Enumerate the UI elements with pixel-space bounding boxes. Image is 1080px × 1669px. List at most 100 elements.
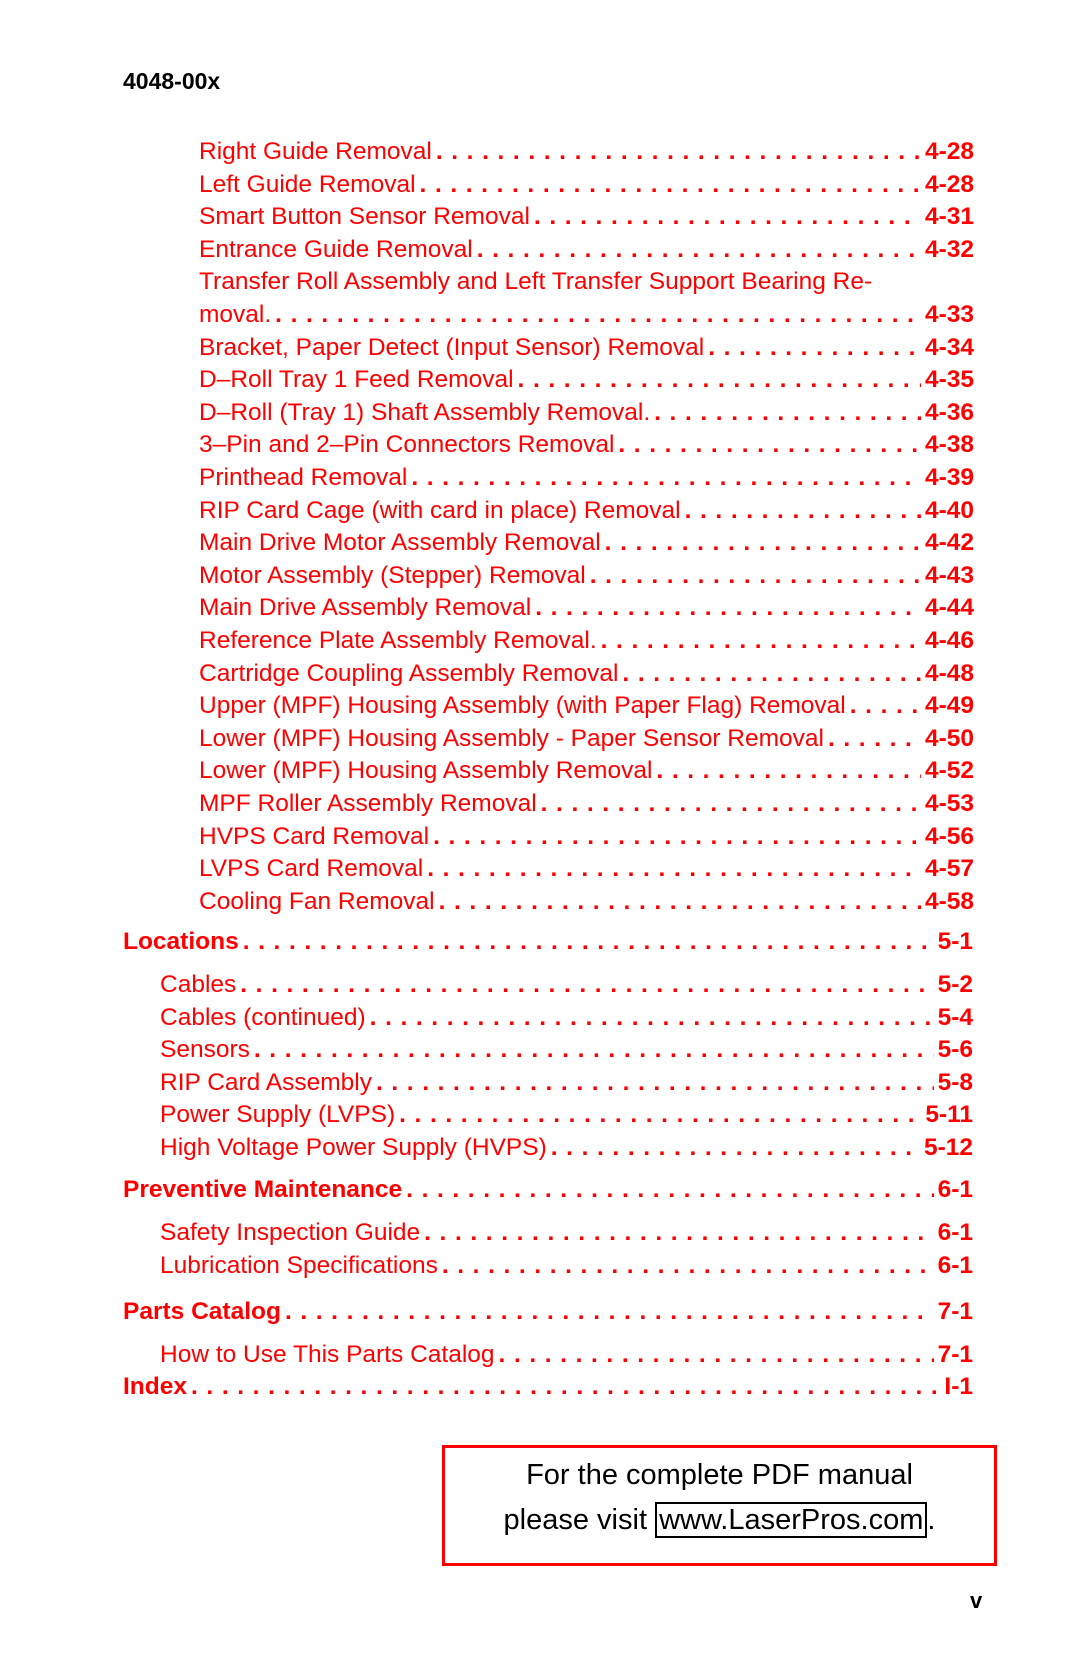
toc-entry[interactable]: moval. 4-33 [199, 300, 974, 330]
toc-entry-page: 4-36 [924, 398, 974, 426]
toc-entry-page: 4-35 [924, 366, 974, 394]
toc-entry-page: 4-28 [924, 138, 974, 165]
dot-leader [424, 1218, 933, 1248]
toc-entry[interactable]: Cables 5-2 [160, 970, 973, 1000]
dot-leader [376, 1068, 934, 1098]
toc-entry-page: 4-38 [924, 431, 974, 459]
toc-entry[interactable]: LVPS Card Removal 4-57 [199, 854, 974, 884]
toc-entry[interactable]: Entrance Guide Removal 4-32 [199, 235, 974, 265]
toc-entry-title: How to Use This Parts Catalog [160, 1341, 495, 1368]
toc-entry-title: moval. [199, 301, 272, 328]
toc-section-index[interactable]: Index I-1 [123, 1372, 973, 1402]
toc-entry-title: RIP Card Cage (with card in place) Remov… [199, 496, 681, 524]
toc-entry-title: Bracket, Paper Detect (Input Sensor) Rem… [199, 333, 705, 361]
dot-leader [656, 756, 921, 786]
toc-entry-title: Right Guide Removal [199, 138, 432, 165]
dot-leader [275, 300, 921, 330]
toc-entry-title: Printhead Removal [199, 464, 408, 491]
dot-leader [191, 1372, 940, 1402]
dot-leader [499, 1340, 934, 1370]
dot-leader [439, 887, 921, 917]
toc-entry[interactable]: Main Drive Motor Assembly Removal 4-42 [199, 528, 974, 558]
toc-entry-title: MPF Roller Assembly Removal [199, 790, 537, 817]
toc-entry-page: 5-11 [925, 1101, 973, 1129]
dot-leader [605, 528, 921, 558]
toc-entry-page: 4-42 [924, 529, 974, 557]
dot-leader [601, 626, 921, 656]
toc-entry[interactable]: RIP Card Assembly 5-8 [160, 1068, 973, 1098]
toc-entry[interactable]: Right Guide Removal 4-28 [199, 137, 974, 167]
toc-entry-title: Lower (MPF) Housing Assembly - Paper Sen… [199, 724, 824, 752]
dot-leader [850, 691, 921, 721]
dot-leader [436, 137, 921, 167]
toc-entry[interactable]: Bracket, Paper Detect (Input Sensor) Rem… [199, 333, 974, 363]
toc-entry[interactable]: Power Supply (LVPS) 5-11 [160, 1100, 973, 1130]
toc-entry-title: Upper (MPF) Housing Assembly (with Paper… [199, 692, 846, 720]
toc-entry[interactable]: Lower (MPF) Housing Assembly - Paper Sen… [199, 724, 974, 754]
toc-entry[interactable]: Main Drive Assembly Removal 4-44 [199, 593, 974, 623]
toc-entry-title: Cables [160, 971, 237, 998]
toc-entry-title: Safety Inspection Guide [160, 1219, 421, 1246]
dot-leader [427, 854, 921, 884]
toc-entry-page: 4-32 [924, 235, 974, 263]
toc-entry[interactable]: High Voltage Power Supply (HVPS) 5-12 [160, 1133, 973, 1163]
dot-leader [285, 1297, 934, 1327]
dot-leader [708, 333, 921, 363]
toc-entry-page: 5-4 [937, 1003, 973, 1031]
dot-leader [518, 365, 921, 395]
toc-entry-title: Cartridge Coupling Assembly Removal [199, 659, 619, 687]
dot-leader [622, 659, 921, 689]
toc-entry-page: 4-28 [924, 170, 974, 198]
toc-entry-title: Index [123, 1373, 187, 1400]
toc-section-locations[interactable]: Locations 5-1 [123, 927, 973, 957]
toc-entry[interactable]: Printhead Removal 4-39 [199, 463, 974, 493]
toc-entry[interactable]: Cooling Fan Removal 4-58 [199, 887, 974, 917]
toc-entry[interactable]: Motor Assembly (Stepper) Removal 4-43 [199, 561, 974, 591]
toc-entry-page: 4-39 [924, 464, 974, 491]
toc-entry[interactable]: How to Use This Parts Catalog 7-1 [160, 1340, 973, 1370]
toc-entry-title: 3–Pin and 2–Pin Connectors Removal [199, 431, 615, 459]
toc-entry[interactable]: Cartridge Coupling Assembly Removal 4-48 [199, 659, 974, 689]
toc-entry-title: Sensors [160, 1036, 250, 1064]
toc-entry-title: High Voltage Power Supply (HVPS) [160, 1134, 547, 1161]
toc-entry[interactable]: D–Roll (Tray 1) Shaft Assembly Removal. 4… [199, 398, 974, 428]
toc-entry[interactable]: RIP Card Cage (with card in place) Remov… [199, 496, 974, 526]
toc-entry[interactable]: D–Roll Tray 1 Feed Removal 4-35 [199, 365, 974, 395]
download-notice-box: For the complete PDF manual please visit… [442, 1445, 997, 1566]
page-number: v [970, 1588, 983, 1613]
toc-entry-title: Preventive Maintenance [123, 1176, 403, 1203]
toc-entry-page: I-1 [944, 1373, 973, 1400]
dot-leader [442, 1251, 934, 1281]
toc-entry[interactable]: Lubrication Specifications 6-1 [160, 1251, 973, 1281]
toc-entry-page: 4-34 [924, 333, 974, 361]
toc-entry[interactable]: HVPS Card Removal 4-56 [199, 822, 974, 852]
toc-entry-title: Parts Catalog [123, 1298, 281, 1325]
toc-entry[interactable]: 3–Pin and 2–Pin Connectors Removal 4-38 [199, 430, 974, 460]
toc-entry[interactable]: Upper (MPF) Housing Assembly (with Paper… [199, 691, 974, 721]
toc-entry-title: Lower (MPF) Housing Assembly Removal [199, 757, 653, 785]
toc-entry-title: LVPS Card Removal [199, 855, 424, 883]
toc-entry-title: RIP Card Assembly [160, 1068, 372, 1096]
toc-entry-page: 4-33 [924, 301, 974, 328]
toc-entry[interactable]: Reference Plate Assembly Removal. 4-46 [199, 626, 974, 656]
toc-entry[interactable]: Safety Inspection Guide 6-1 [160, 1218, 973, 1248]
toc-entry-title: D–Roll (Tray 1) Shaft Assembly Removal. [199, 398, 651, 426]
toc-entry[interactable]: Cables (continued) 5-4 [160, 1003, 973, 1033]
toc-entry-title: Smart Button Sensor Removal [199, 203, 530, 231]
toc-entry[interactable]: Lower (MPF) Housing Assembly Removal 4-52 [199, 756, 974, 786]
toc-entry[interactable]: Left Guide Removal 4-28 [199, 170, 974, 200]
toc-entry[interactable]: Sensors 5-6 [160, 1035, 973, 1065]
toc-section-preventive-maintenance[interactable]: Preventive Maintenance 6-1 [123, 1175, 973, 1205]
toc-entry-page: 4-40 [924, 496, 974, 524]
toc-entry-page: 6-1 [937, 1219, 973, 1246]
toc-entry-page: 4-56 [924, 822, 974, 850]
dot-leader [433, 822, 921, 852]
toc-entry-title-line1[interactable]: Transfer Roll Assembly and Left Transfer… [199, 267, 872, 297]
toc-section-parts-catalog[interactable]: Parts Catalog 7-1 [123, 1297, 973, 1327]
dot-leader [654, 398, 921, 428]
toc-entry-page: 4-49 [924, 692, 974, 720]
toc-entry[interactable]: Smart Button Sensor Removal 4-31 [199, 202, 974, 232]
toc-entry[interactable]: MPF Roller Assembly Removal 4-53 [199, 789, 974, 819]
dot-leader [535, 593, 921, 623]
laserpros-link[interactable]: www.LaserPros.com [655, 1502, 928, 1538]
